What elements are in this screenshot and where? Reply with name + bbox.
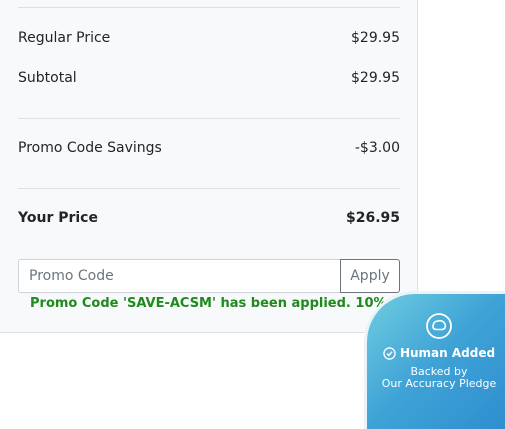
badge-line-2: Our Accuracy Pledge: [381, 377, 497, 390]
regular-price-label: Regular Price: [18, 30, 111, 46]
subtotal-label: Subtotal: [18, 70, 77, 86]
check-circle-icon: [383, 346, 396, 360]
promo-savings-label: Promo Code Savings: [18, 140, 162, 156]
regular-price-row: Regular Price $29.95: [18, 28, 400, 48]
your-price-value: $26.95: [345, 210, 400, 226]
your-price-label: Your Price: [18, 210, 98, 226]
promo-savings-value: -$3.00: [354, 140, 400, 156]
badge-title: Human Added: [367, 346, 505, 360]
apply-button[interactable]: Apply: [340, 259, 400, 293]
promo-applied-message: Promo Code 'SAVE-ACSM' has been applied.…: [30, 296, 416, 311]
your-price-row: Your Price $26.95: [18, 208, 400, 228]
divider: [18, 7, 400, 8]
regular-price-value: $29.95: [351, 30, 400, 46]
accuracy-pledge-badge[interactable]: Human Added Backed by Our Accuracy Pledg…: [367, 294, 505, 429]
divider: [18, 118, 400, 119]
divider: [18, 188, 400, 189]
promo-code-input[interactable]: [18, 259, 340, 293]
brain-icon: [426, 313, 452, 339]
badge-subtitle: Backed by Our Accuracy Pledge: [367, 366, 505, 390]
subtotal-value: $29.95: [351, 70, 400, 86]
promo-savings-row: Promo Code Savings -$3.00: [18, 138, 400, 158]
badge-title-text: Human Added: [399, 346, 496, 360]
promo-code-group: Apply: [18, 259, 400, 293]
subtotal-row: Subtotal $29.95: [18, 68, 400, 88]
